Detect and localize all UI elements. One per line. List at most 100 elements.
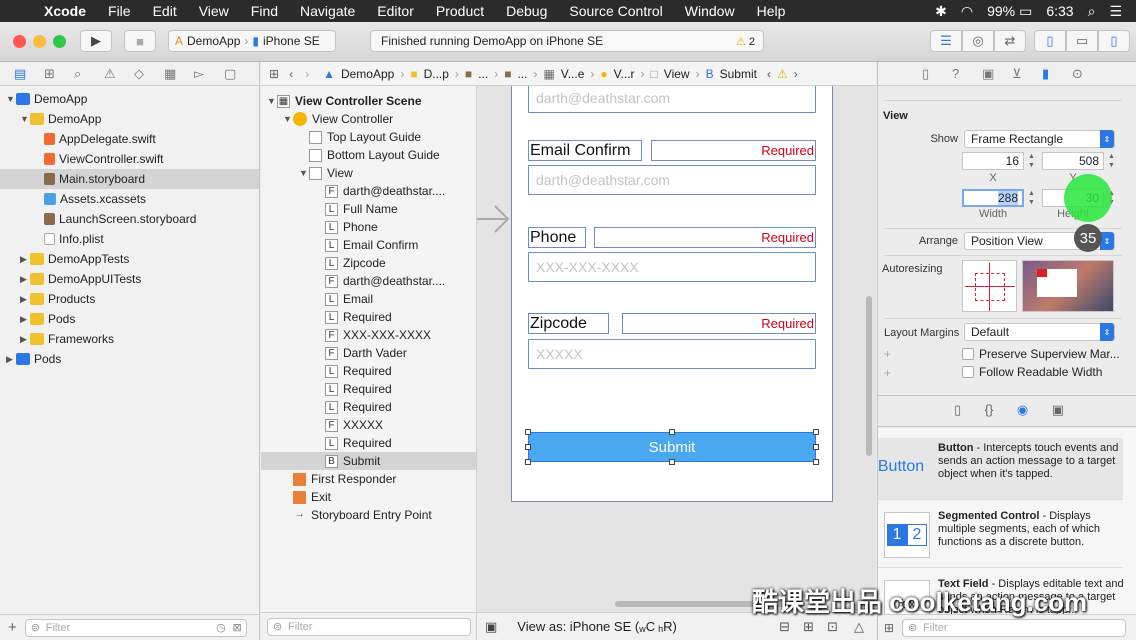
library-filter-input[interactable]: ⊜ Filter [902,618,1127,637]
back-icon[interactable]: ‹ [289,67,293,81]
disclosure-open-icon[interactable]: ▼ [20,114,30,124]
outline-item[interactable]: → Storyboard Entry Point [261,506,476,524]
bluetooth-icon[interactable]: ✱ [935,3,947,20]
navigator-item[interactable]: ▼ DemoApp [0,89,259,109]
navigator-item[interactable]: ▶ Pods [0,309,259,329]
library-item-segmented-control[interactable]: 12 Segmented Control - Displays multiple… [878,506,1123,568]
report-icon[interactable]: ▢ [224,66,254,82]
navigator-item[interactable]: ▼ DemoApp [0,109,259,129]
folder-icon[interactable]: ▤ [14,66,44,82]
email-confirm-required-label[interactable]: Required [651,140,816,161]
follow-readable-width-checkbox[interactable] [962,366,974,378]
navigator-item[interactable]: ViewController.swift [0,149,259,169]
outline-item[interactable]: Exit [261,488,476,506]
disclosure-closed-icon[interactable]: ▶ [6,354,16,365]
spotlight-icon[interactable]: ⌕ [1088,3,1096,20]
navigator-item[interactable]: Info.plist [0,229,259,249]
code-snippet-icon[interactable]: {} [985,402,994,418]
embed-icon[interactable]: ⊞ [803,619,814,635]
outline-item[interactable]: F Darth Vader [261,344,476,362]
menu-debug[interactable]: Debug [506,3,547,19]
jump-group[interactable]: D...p [424,67,449,81]
size-inspector-icon[interactable]: ▮ [1042,66,1072,82]
scheme-selector[interactable]: A DemoApp › ▮ iPhone SE [168,30,336,52]
outline-item[interactable]: Top Layout Guide [261,128,476,146]
menu-view[interactable]: View [199,3,229,19]
toggle-navigator-button[interactable]: ▯ [1034,30,1066,52]
email-confirm-field[interactable]: darth@deathstar.com [528,165,816,195]
resize-handle[interactable] [669,429,675,435]
outline-toggle-icon[interactable]: ▣ [485,619,497,635]
submit-button[interactable]: Submit [528,432,816,462]
add-icon[interactable]: + [884,347,891,361]
hierarchy-icon[interactable]: ⊞ [44,66,74,82]
outline-item[interactable]: L Email Confirm [261,236,476,254]
storyboard-canvas[interactable]: darth@deathstar.com Email Confirm Requir… [477,86,876,612]
disclosure-closed-icon[interactable]: ▶ [20,294,30,305]
view-as-label[interactable]: View as: iPhone SE ( [517,619,639,634]
navigator-item[interactable]: ▶ DemoAppUITests [0,269,259,289]
menu-navigate[interactable]: Navigate [300,3,355,19]
email-field[interactable]: darth@deathstar.com [528,86,816,113]
outline-item[interactable]: L Phone [261,218,476,236]
wifi-icon[interactable]: ◠ [961,3,973,20]
navigator-item[interactable]: Assets.xcassets [0,189,259,209]
disclosure-closed-icon[interactable]: ▶ [20,254,30,265]
width-stepper[interactable]: ▲ ▼ [1027,189,1036,207]
phone-field[interactable]: XXX-XXX-XXXX [528,252,816,282]
menu-product[interactable]: Product [436,3,484,19]
autoresizing-mask-control[interactable] [962,260,1017,312]
navigator-item[interactable]: Main.storyboard [0,169,259,189]
outline-item[interactable]: L Zipcode [261,254,476,272]
navigator-item[interactable]: AppDelegate.swift [0,129,259,149]
object-library-icon[interactable]: ◉ [1017,402,1028,418]
disclosure-closed-icon[interactable]: ▶ [20,274,30,285]
file-inspector-icon[interactable]: ▯ [922,66,952,82]
canvas-vertical-scrollbar[interactable] [866,296,872,456]
jump-view[interactable]: View [664,67,690,81]
run-button[interactable]: ▶ [80,30,112,52]
zipcode-field[interactable]: XXXXX [528,339,816,369]
outline-item[interactable]: ▼ View [261,164,476,182]
align-icon[interactable]: ⊟ [779,619,790,635]
menu-edit[interactable]: Edit [153,3,177,19]
warning-icon[interactable]: ⚠ [777,67,788,81]
y-field[interactable]: 508 [1042,152,1104,170]
navigator-item[interactable]: ▶ DemoAppTests [0,249,259,269]
navigator-item[interactable]: ▶ Products [0,289,259,309]
issue-forward-icon[interactable]: › [794,67,798,81]
battery-percent[interactable]: 99% [987,3,1015,19]
warning-badge[interactable]: ⚠ 2 [736,35,755,48]
outline-item[interactable]: F XXXXX [261,416,476,434]
navigator-filter-input[interactable]: ⊜ Filter ◷ ⊠ [24,618,247,637]
toggle-debug-area-button[interactable]: ▭ [1066,30,1098,52]
outline-item[interactable]: L Required [261,308,476,326]
navigator-item[interactable]: ▶ Frameworks [0,329,259,349]
jump-scene[interactable]: V...e [561,67,585,81]
menu-app-name[interactable]: Xcode [44,3,86,19]
search-icon[interactable]: ⌕ [74,66,104,82]
test-icon[interactable]: ◇ [134,66,164,82]
disclosure-open-icon[interactable]: ▼ [299,168,309,178]
resize-handle[interactable] [669,459,675,465]
outline-item[interactable]: ▼ View Controller [261,110,476,128]
resize-handle[interactable] [813,459,819,465]
outline-item[interactable]: L Email [261,290,476,308]
outline-item[interactable]: L Required [261,362,476,380]
clock[interactable]: 6:33 [1046,3,1073,19]
show-select[interactable]: Frame Rectangle ⇕ [964,130,1115,148]
menu-file[interactable]: File [108,3,131,19]
email-confirm-label[interactable]: Email Confirm [528,140,642,161]
outline-item[interactable]: Fdarth@deathstar.... [261,272,476,290]
disclosure-open-icon[interactable]: ▼ [6,94,16,104]
issue-back-icon[interactable]: ‹ [767,67,771,81]
forward-icon[interactable]: › [305,67,309,81]
jump-view-controller[interactable]: V...r [614,67,635,81]
x-stepper[interactable]: ▲ ▼ [1027,152,1036,170]
preserve-superview-margins-checkbox[interactable] [962,348,974,360]
resize-handle[interactable] [525,459,531,465]
assistant-editor-button[interactable]: ◎ [962,30,994,52]
connections-inspector-icon[interactable]: ⊙ [1072,66,1102,82]
standard-editor-button[interactable]: ☰ [930,30,962,52]
menu-source-control[interactable]: Source Control [569,3,662,19]
